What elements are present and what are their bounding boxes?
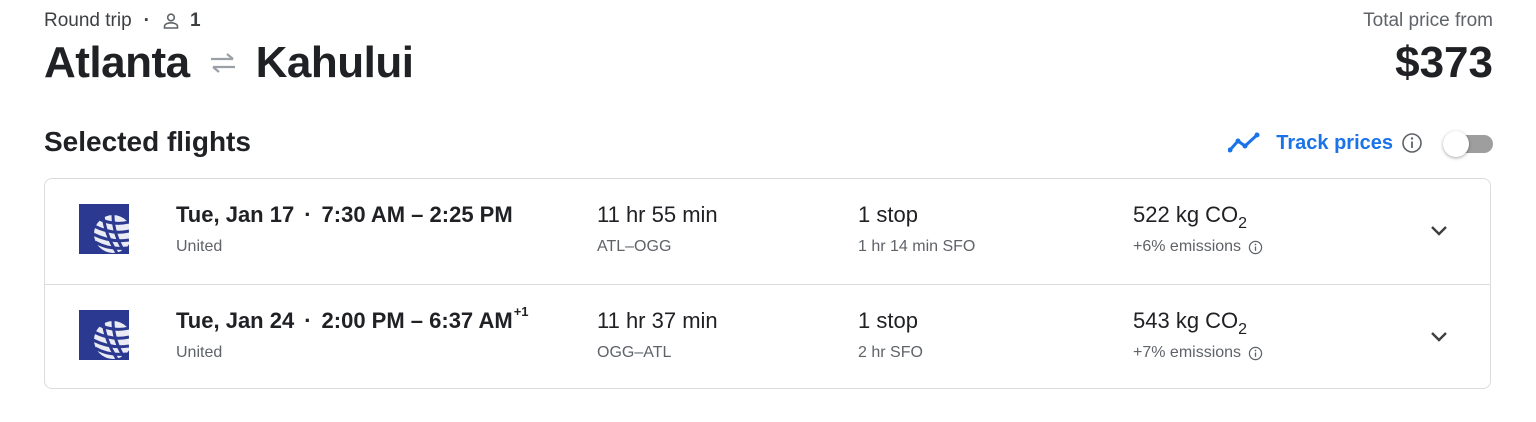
flight-stops-block: 1 stop 2 hr SFO — [858, 308, 923, 362]
toggle-knob — [1443, 131, 1469, 157]
trip-meta: Round trip · 1 — [44, 10, 201, 32]
trip-type[interactable]: Round trip — [44, 10, 132, 32]
flight-times: Tue, Jan 17 · 7:30 AM – 2:25 PM United — [176, 202, 513, 255]
swap-arrows-icon — [210, 53, 235, 73]
flight-stops-block: 1 stop 1 hr 14 min SFO — [858, 202, 975, 256]
flight-time-range: 2:00 PM – 6:37 AM — [321, 308, 513, 333]
emissions-delta: +7% emissions — [1133, 344, 1242, 361]
flight-duration-block: 11 hr 37 min OGG–ATL — [597, 308, 718, 362]
passenger-count[interactable]: 1 — [190, 10, 201, 32]
emissions-info-icon[interactable] — [1248, 240, 1263, 255]
flight-route: OGG–ATL — [597, 344, 672, 361]
chevron-down-icon[interactable] — [1428, 219, 1450, 241]
flight-stops: 1 stop — [858, 308, 918, 333]
origin-city: Atlanta — [44, 38, 190, 87]
day-offset-badge: +1 — [513, 304, 529, 319]
person-icon — [163, 13, 179, 29]
emissions-value: 522 kg CO — [1133, 202, 1239, 227]
emissions-delta: +6% emissions — [1133, 238, 1242, 255]
selected-flights-heading: Selected flights — [44, 126, 251, 157]
total-price: $373 — [1395, 38, 1493, 87]
total-price-label: Total price from — [1363, 10, 1493, 31]
separator-dot: · — [143, 10, 150, 31]
track-prices-label[interactable]: Track prices — [1276, 132, 1393, 155]
destination-city: Kahului — [255, 38, 414, 87]
trend-line-icon[interactable] — [1228, 132, 1260, 154]
flight-route: ATL–OGG — [597, 238, 672, 255]
flight-emissions-block: 543 kg CO2 +7% emissions — [1133, 308, 1263, 362]
flight-date: Tue, Jan 24 — [176, 308, 295, 333]
united-logo-icon — [79, 204, 129, 254]
route-title: Atlanta Kahului — [44, 38, 414, 88]
flight-times: Tue, Jan 24 · 2:00 PM – 6:37 AM+1 United — [176, 304, 529, 361]
flight-stops: 1 stop — [858, 202, 918, 227]
track-prices-control: Track prices — [1228, 126, 1493, 160]
flight-duration: 11 hr 37 min — [597, 308, 718, 333]
chevron-down-icon[interactable] — [1428, 325, 1450, 347]
flight-duration-block: 11 hr 55 min ATL–OGG — [597, 202, 718, 256]
track-prices-toggle[interactable] — [1443, 131, 1493, 157]
airline-name: United — [176, 238, 223, 255]
emissions-subscript: 2 — [1238, 215, 1248, 232]
flight-layover: 2 hr SFO — [858, 344, 923, 361]
info-icon[interactable] — [1401, 132, 1423, 154]
selected-flights-list: Tue, Jan 17 · 7:30 AM – 2:25 PM United 11 … — [44, 178, 1491, 389]
flight-time-range: 7:30 AM – 2:25 PM — [321, 202, 513, 227]
flight-emissions-block: 522 kg CO2 +6% emissions — [1133, 202, 1263, 256]
flight-row-return[interactable]: Tue, Jan 24 · 2:00 PM – 6:37 AM+1 United 1… — [45, 284, 1490, 390]
flight-layover: 1 hr 14 min SFO — [858, 238, 976, 255]
emissions-value: 543 kg CO — [1133, 308, 1239, 333]
emissions-subscript: 2 — [1238, 321, 1248, 338]
flight-row-outbound[interactable]: Tue, Jan 17 · 7:30 AM – 2:25 PM United 11 … — [45, 179, 1490, 284]
airline-name: United — [176, 344, 223, 361]
flight-duration: 11 hr 55 min — [597, 202, 718, 227]
emissions-info-icon[interactable] — [1248, 346, 1263, 361]
united-logo-icon — [79, 310, 129, 360]
flight-date: Tue, Jan 17 — [176, 202, 295, 227]
